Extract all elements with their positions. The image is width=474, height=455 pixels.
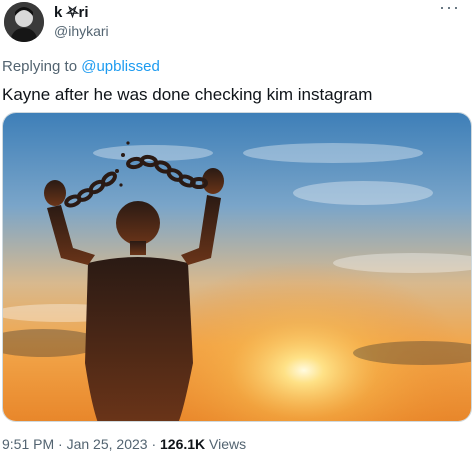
avatar-image [4,2,44,42]
meta-separator: · [147,436,161,452]
more-options-button[interactable]: ··· [439,0,460,16]
tweet-card: k ⛧ri @ihykari ··· Replying to @upblisse… [0,0,474,455]
tweet-text: Kayne after he was done checking kim ins… [2,85,373,104]
mention-link[interactable]: @upblissed [81,58,160,75]
replying-to-line: Replying to @upblissed [2,58,160,76]
tweet-meta: 9:51 PM · Jan 25, 2023 · 126.1K Views [2,436,246,453]
tweet-time[interactable]: 9:51 PM [2,436,54,452]
author-handle[interactable]: @ihykari [54,23,109,40]
tweet-media-image[interactable] [2,112,472,422]
views-count[interactable]: 126.1K [160,436,205,452]
replying-to-label: Replying to [2,58,82,75]
meta-separator: · [54,436,67,452]
views-label: Views [205,436,247,452]
sunset-chains-photo [3,113,471,421]
avatar[interactable] [4,2,44,42]
author-display-name[interactable]: k ⛧ri [54,4,89,22]
tweet-date[interactable]: Jan 25, 2023 [67,436,148,452]
